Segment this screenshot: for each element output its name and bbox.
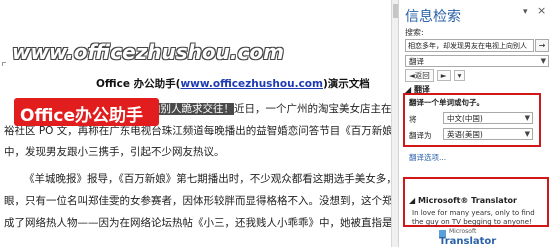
ms-translation-result: In love for many years, only to find the… <box>412 209 535 226</box>
watermark-text: www.officezhushou.com <box>12 40 284 64</box>
doc-line-4[interactable]: 《羊城晚报》报导，《百万新娘》第七期播出时，不少观众都看这期选手美女多，很养 <box>24 171 391 186</box>
ms-translator-label: Microsoft® Translator <box>417 196 517 205</box>
page-margin-mark <box>2 62 6 66</box>
doc-line-6[interactable]: 成了网络热人物——因为在网络论坛热帖《小三，还我贱人小乖乖》中，她被直指是小三。 <box>4 215 391 230</box>
service-select[interactable]: 翻译 ▼ <box>405 55 549 67</box>
back-button[interactable]: ◄返回 <box>405 69 434 82</box>
ms-logo-company: Microsoft <box>449 228 477 235</box>
chevron-down-icon: ▼ <box>524 130 530 138</box>
nav-toolbar: ◄返回 ► ▾ <box>405 69 468 82</box>
search-input[interactable]: 相恋多年，却发现男友在电视上向别人 <box>405 39 534 52</box>
ms-logo-product: Translator <box>439 236 497 247</box>
to-language-value: 英语(美国) <box>447 130 483 139</box>
doc-line-1[interactable]: 向别人跪求交往！近日，一个广州的淘宝美女店主在天 <box>150 101 391 116</box>
title-url-link[interactable]: www.officezhushou.com <box>180 78 323 90</box>
translation-options-link[interactable]: 翻译选项... <box>409 152 446 163</box>
ms-translator-header[interactable]: ◢ Microsoft® Translator <box>409 196 517 205</box>
to-language-select[interactable]: 英语(美国) ▼ <box>443 128 533 140</box>
from-language-select[interactable]: 中文(中国) ▼ <box>443 112 533 124</box>
search-go-button[interactable]: → <box>535 39 549 52</box>
forward-button[interactable]: ► <box>436 70 451 81</box>
document-canvas[interactable]: www.officezhushou.com Office 办公助手(www.of… <box>0 0 391 247</box>
from-language-label: 将 <box>409 115 417 124</box>
to-language-label: 翻译为 <box>409 131 432 140</box>
title-prefix: Office 办公助手( <box>96 78 181 90</box>
close-icon[interactable]: × <box>537 4 546 17</box>
chevron-down-icon: ▼ <box>524 114 530 122</box>
service-select-value: 翻译 <box>409 57 424 66</box>
ms-translator-logo: Microsoft Translator <box>437 228 496 247</box>
doc-line-1-rest: 近日，一个广州的淘宝美女店主在天 <box>234 103 391 115</box>
office-logo-text: Office办公助手 <box>20 106 144 126</box>
chevron-down-icon: ▼ <box>540 57 546 65</box>
title-suffix: )演示文档 <box>322 78 370 90</box>
translate-subheading: 翻译一个单词或句子。 <box>409 98 484 107</box>
document-title: Office 办公助手(www.officezhushou.com)演示文档 <box>96 76 370 91</box>
research-pane: 信息检索 ▾ × 搜索: 相恋多年，却发现男友在电视上向别人 → 翻译 ▼ ◄返… <box>398 0 550 247</box>
pane-menu-icon[interactable]: ▾ <box>523 7 528 17</box>
search-label: 搜索: <box>405 28 424 37</box>
doc-line-3[interactable]: 中，发现男友跟小三携手，引起不少网友热议。 <box>4 144 225 159</box>
history-dropdown[interactable]: ▾ <box>453 70 466 81</box>
doc-line-5[interactable]: 眼，只有一位名叫郑佳雯的女参赛者，因体形较胖而显得格格不入。没想到，这个郑佳雯却 <box>4 193 391 208</box>
collapse-triangle-icon: ◢ <box>409 196 418 205</box>
selected-text[interactable]: 向别人跪求交往！ <box>150 103 234 115</box>
from-language-value: 中文(中国) <box>447 114 483 123</box>
pane-title: 信息检索 <box>405 9 461 25</box>
